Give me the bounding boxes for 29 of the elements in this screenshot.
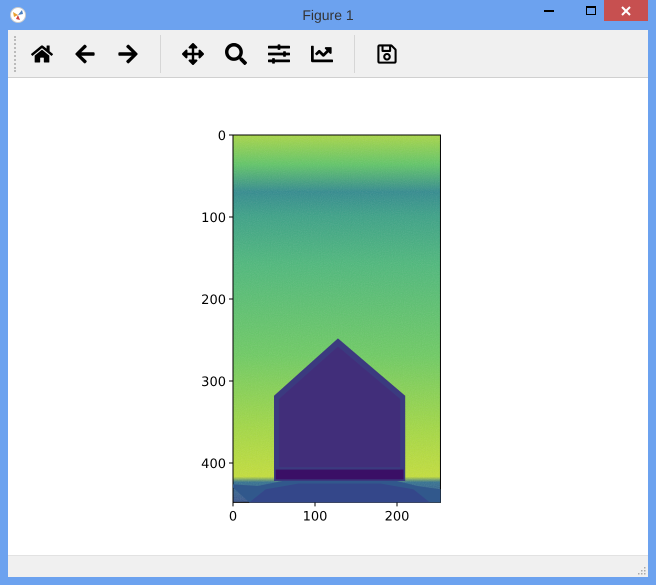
home-icon <box>31 42 53 64</box>
tick-label: 0 <box>228 509 238 524</box>
tick-mark <box>396 502 398 507</box>
tick-label: 400 <box>201 457 226 472</box>
tick-mark <box>228 380 234 382</box>
tick-label: 200 <box>384 509 410 524</box>
left-arrow-icon <box>74 42 96 64</box>
tick-mark <box>228 462 234 464</box>
tick-label: 200 <box>201 293 226 308</box>
minimize-icon <box>544 9 554 12</box>
tick-label: 300 <box>201 375 226 390</box>
sliders-icon <box>268 42 290 64</box>
search-icon <box>225 42 247 64</box>
four-arrows-icon <box>182 42 204 64</box>
tick-mark <box>228 298 234 300</box>
resize-grip-icon <box>636 565 646 575</box>
tick-label: 0 <box>218 129 226 144</box>
close-icon <box>621 6 631 16</box>
app-logo-icon <box>10 7 26 23</box>
tick-mark <box>228 216 234 218</box>
tick-mark <box>232 502 234 507</box>
close-button[interactable] <box>604 0 648 21</box>
tick-label: 100 <box>302 509 328 524</box>
window-title: Figure 1 <box>302 7 354 23</box>
tick-mark <box>314 502 316 507</box>
maximize-icon <box>586 6 596 15</box>
tick-mark <box>228 134 234 136</box>
right-arrow-icon <box>117 42 139 64</box>
tick-label: 100 <box>201 211 226 226</box>
